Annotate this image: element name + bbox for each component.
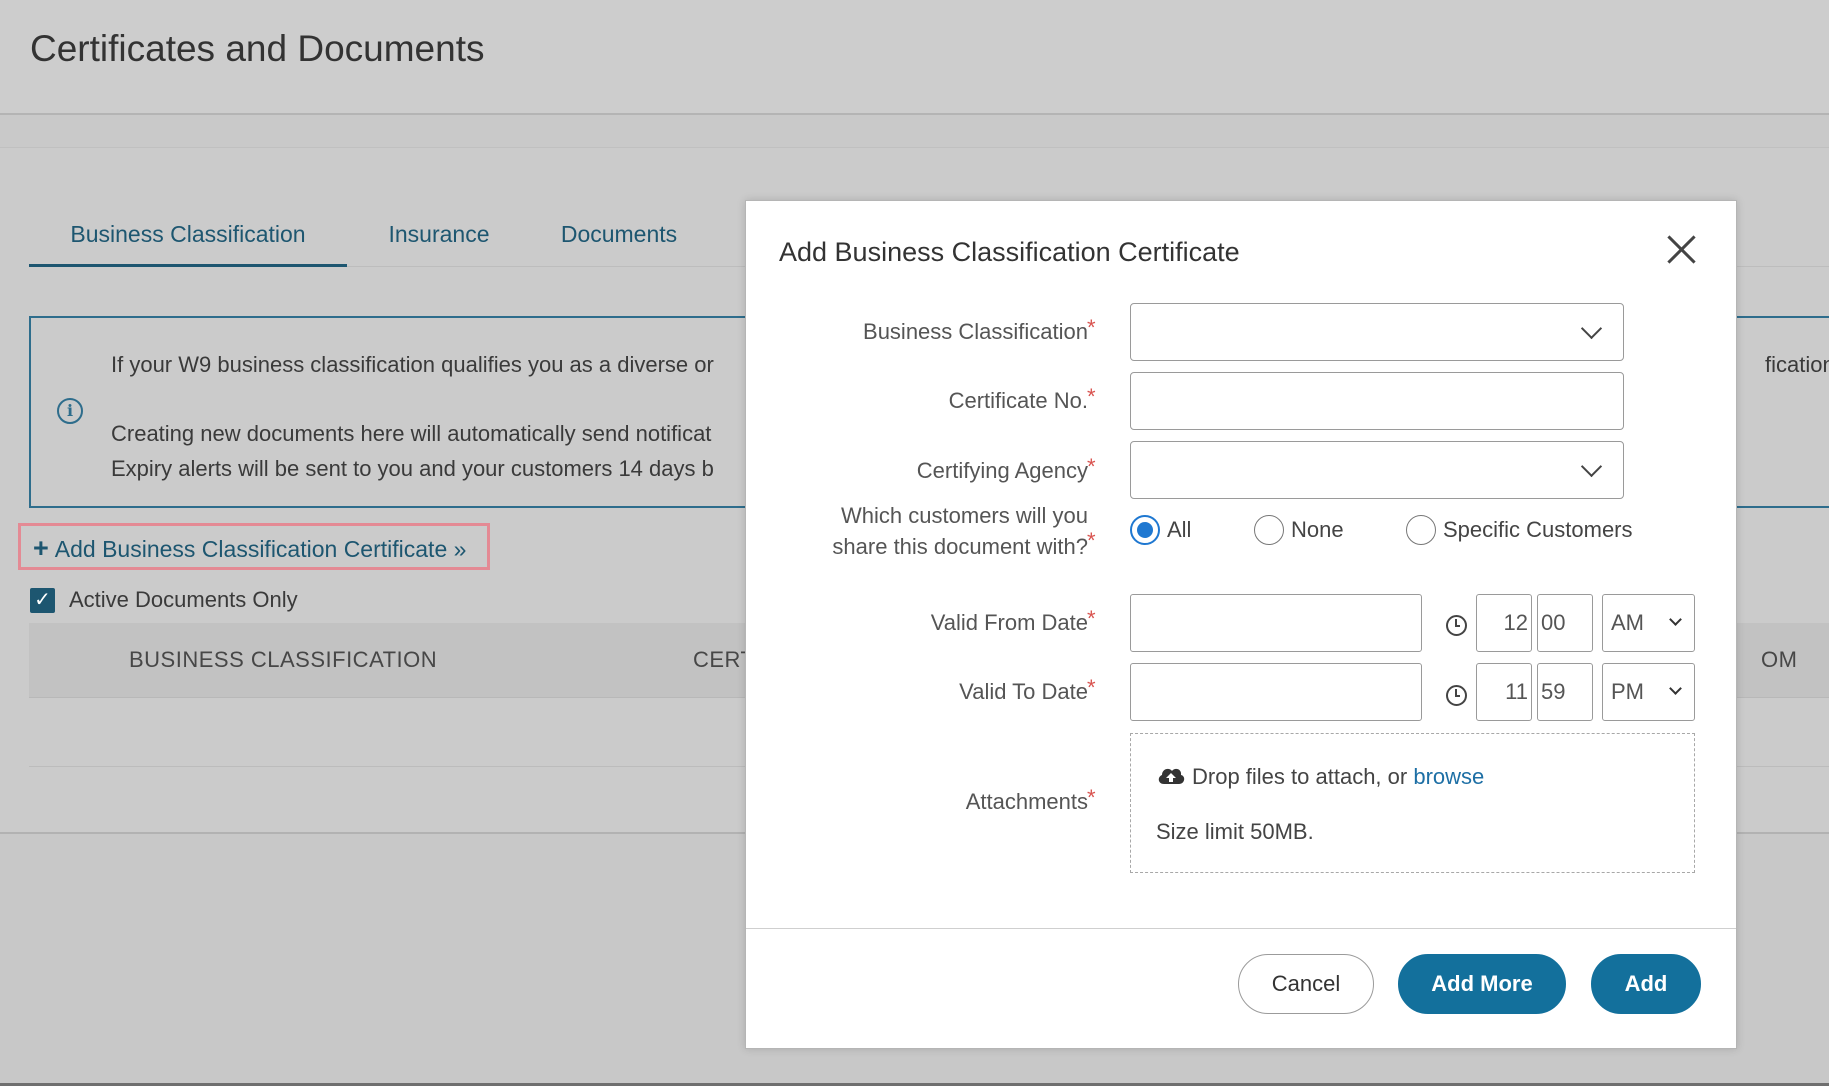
tab-documents[interactable]: Documents [549, 210, 689, 264]
share-with-label-line-2: share this document with? [832, 534, 1088, 559]
valid-from-label: Valid From Date [930, 610, 1088, 635]
add-certificate-modal: Add Business Classification Certificate … [745, 200, 1737, 1049]
business-classification-select[interactable] [1130, 303, 1624, 361]
clock-icon [1446, 615, 1467, 636]
valid-from-date-input[interactable] [1130, 594, 1422, 652]
required-mark: * [1087, 606, 1096, 631]
share-option-all-label: All [1167, 517, 1192, 542]
valid-to-hour[interactable]: 11 [1476, 663, 1532, 721]
plus-icon: + [33, 533, 49, 563]
add-business-classification-certificate-link[interactable]: + Add Business Classification Certificate… [33, 533, 466, 564]
certificate-no-label: Certificate No. [948, 388, 1088, 413]
valid-to-minute[interactable]: 59 [1537, 663, 1593, 721]
share-with-label: Which customers will you share this docu… [832, 500, 1088, 562]
business-classification-label: Business Classification [863, 319, 1088, 344]
certifying-agency-select[interactable] [1130, 441, 1624, 499]
column-header-om[interactable]: OM [1761, 647, 1797, 673]
add-button[interactable]: Add [1591, 954, 1701, 1014]
modal-title: Add Business Classification Certificate [779, 237, 1240, 267]
tab-insurance[interactable]: Insurance [369, 210, 509, 264]
share-option-specific-customers-label: Specific Customers [1443, 517, 1633, 542]
radio-unselected-icon[interactable] [1254, 515, 1284, 545]
browse-link[interactable]: browse [1413, 764, 1484, 789]
active-documents-only-label: Active Documents Only [69, 587, 298, 612]
drop-files-text: Drop files to attach, or browse [1192, 764, 1484, 790]
cancel-button[interactable]: Cancel [1238, 954, 1374, 1014]
page-title: Certificates and Documents [30, 28, 485, 69]
valid-to-date-input[interactable] [1130, 663, 1422, 721]
radio-unselected-icon[interactable] [1406, 515, 1436, 545]
chevron-down-icon [1580, 317, 1603, 340]
required-mark: * [1087, 315, 1096, 340]
add-certificate-link-highlight: + Add Business Classification Certificate… [18, 523, 490, 570]
chevron-down-icon [1669, 682, 1682, 695]
required-mark: * [1087, 785, 1096, 810]
tab-business-classification[interactable]: Business Classification [29, 210, 347, 267]
valid-to-ampm-select[interactable]: PM [1602, 663, 1695, 721]
add-more-button[interactable]: Add More [1398, 954, 1566, 1014]
certificate-no-input[interactable] [1130, 372, 1624, 430]
certifying-agency-label: Certifying Agency [916, 458, 1088, 483]
share-with-label-line-1: Which customers will you [841, 503, 1088, 528]
valid-to-ampm-value: PM [1611, 679, 1644, 704]
valid-from-hour[interactable]: 12 [1476, 594, 1532, 652]
attachments-label: Attachments [965, 789, 1088, 814]
modal-footer-divider [746, 928, 1736, 929]
attachments-dropzone[interactable]: Drop files to attach, or browse Size lim… [1130, 733, 1695, 873]
required-mark: * [1087, 384, 1096, 409]
drop-files-label: Drop files to attach, or [1192, 764, 1414, 789]
info-line-2: Creating new documents here will automat… [111, 421, 712, 446]
info-line-3: Expiry alerts will be sent to you and yo… [111, 456, 714, 481]
required-mark: * [1087, 675, 1096, 700]
close-icon[interactable] [1662, 229, 1702, 269]
valid-from-ampm-select[interactable]: AM [1602, 594, 1695, 652]
info-circle-icon: i [57, 398, 83, 424]
size-limit-text: Size limit 50MB. [1156, 819, 1314, 844]
checkbox-checked-icon[interactable]: ✓ [30, 588, 55, 613]
valid-from-minute[interactable]: 00 [1537, 594, 1593, 652]
required-mark: * [1087, 528, 1096, 553]
info-line-1-tail: fications [1765, 352, 1829, 377]
chevron-down-icon [1580, 455, 1603, 478]
required-mark: * [1087, 454, 1096, 479]
clock-icon [1446, 685, 1467, 706]
valid-to-label: Valid To Date [959, 679, 1088, 704]
radio-selected-icon[interactable] [1130, 515, 1160, 545]
add-link-label: Add Business Classification Certificate … [54, 536, 467, 562]
page-header: Certificates and Documents [0, 0, 1829, 115]
toolbar-strip [0, 115, 1829, 148]
valid-from-ampm-value: AM [1611, 610, 1644, 635]
cloud-upload-icon [1158, 768, 1185, 784]
chevron-down-icon [1669, 613, 1682, 626]
share-option-none-label: None [1291, 517, 1344, 542]
info-line-1: If your W9 business classification quali… [111, 352, 714, 377]
column-header-business-classification[interactable]: BUSINESS CLASSIFICATION [129, 647, 437, 673]
